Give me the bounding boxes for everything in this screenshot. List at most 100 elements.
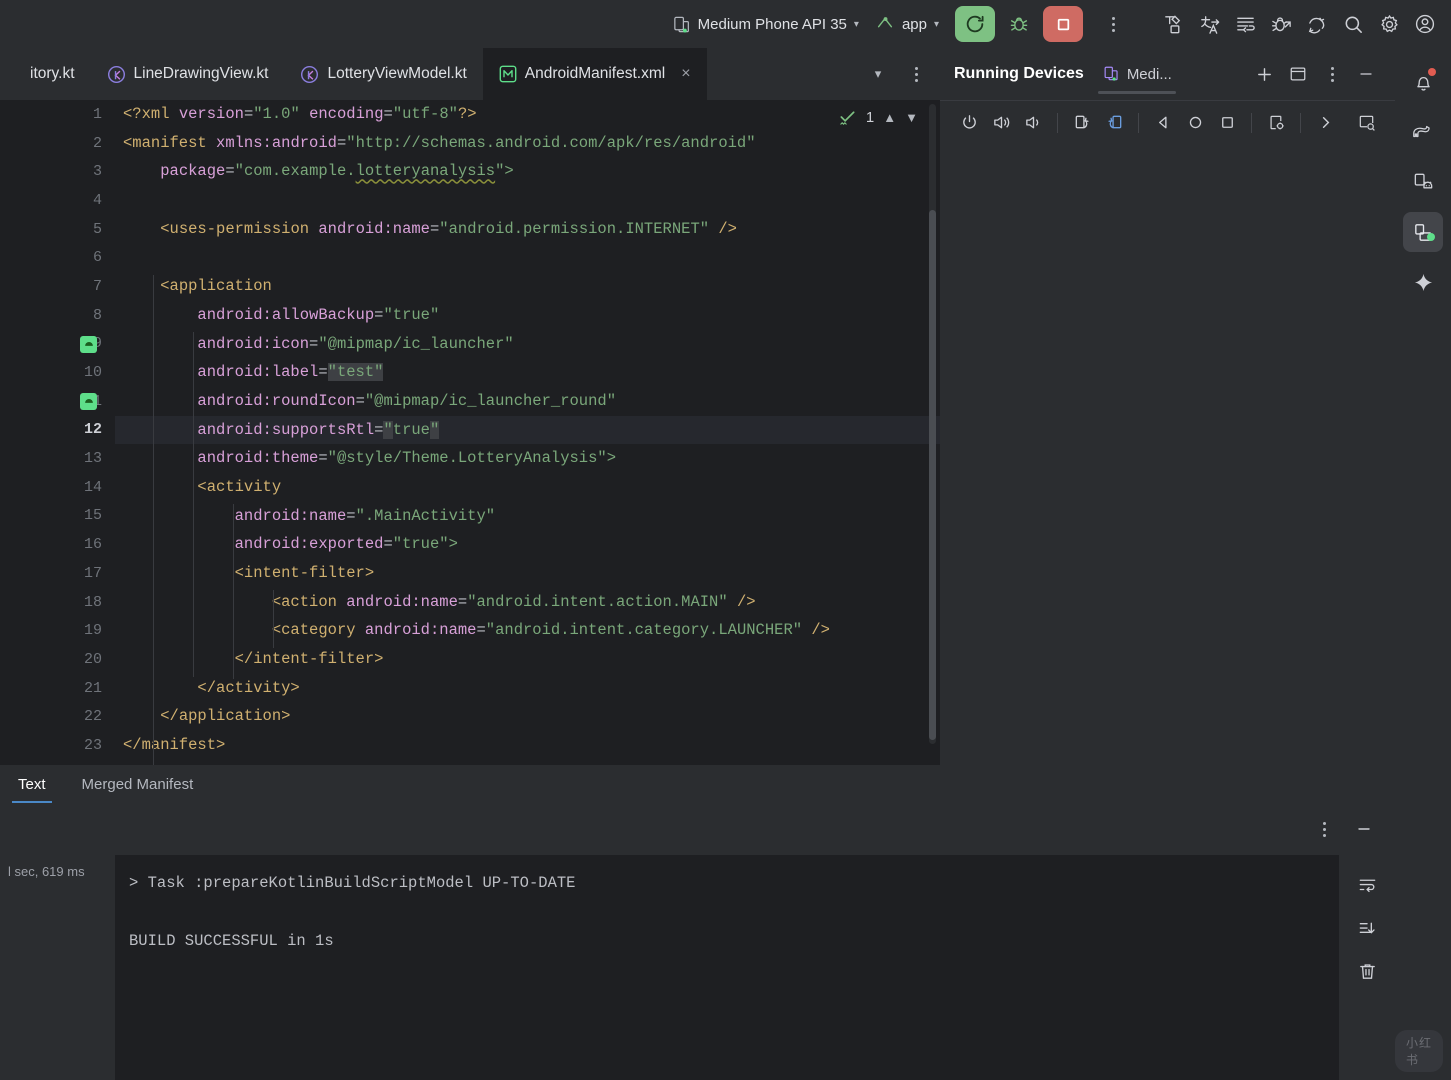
build-task-tree[interactable]: l sec, 619 ms: [0, 855, 115, 1080]
running-devices-icon[interactable]: [1403, 212, 1443, 252]
volume-up-icon[interactable]: [986, 108, 1016, 138]
editor-tab-2[interactable]: LotteryViewModel.kt: [284, 48, 482, 100]
tab-list-button[interactable]: ▾: [860, 56, 896, 92]
gutter-line[interactable]: 16: [0, 530, 115, 559]
build-options-button[interactable]: [1309, 814, 1339, 844]
android-resource-icon[interactable]: [80, 392, 97, 410]
editor-tab-androidmanifest[interactable]: AndroidManifest.xml ×: [482, 48, 707, 100]
gemini-icon[interactable]: [1403, 262, 1443, 302]
inspection-widget[interactable]: 1 ▲ ▼: [838, 108, 918, 127]
code-line[interactable]: <?xml version="1.0" encoding="utf-8"?>: [115, 100, 940, 129]
panel-minimize-button[interactable]: [1351, 59, 1381, 89]
device-manager-icon[interactable]: [1403, 162, 1443, 202]
editor-scrollbar-thumb[interactable]: [929, 210, 936, 740]
more-actions-icon[interactable]: [1310, 108, 1340, 138]
code-line[interactable]: </application>: [115, 702, 940, 731]
gutter-line[interactable]: 22: [0, 702, 115, 731]
code-line[interactable]: <activity: [115, 473, 940, 502]
gutter-line[interactable]: 11: [0, 387, 115, 416]
gutter-line[interactable]: 8: [0, 301, 115, 330]
code-line[interactable]: android:icon="@mipmap/ic_launcher": [115, 330, 940, 359]
rotate-right-icon[interactable]: [1099, 108, 1129, 138]
code-content[interactable]: <?xml version="1.0" encoding="utf-8"?> <m…: [115, 100, 940, 765]
android-resource-icon[interactable]: [80, 335, 97, 353]
code-line[interactable]: <category android:name="android.intent.c…: [115, 616, 940, 645]
gutter-line[interactable]: 10: [0, 358, 115, 387]
gutter-line[interactable]: 4: [0, 186, 115, 215]
gutter-line[interactable]: 12: [0, 416, 115, 445]
code-line[interactable]: android:theme="@style/Theme.LotteryAnaly…: [115, 444, 940, 473]
gutter-line[interactable]: 6: [0, 243, 115, 272]
editor-gutter[interactable]: 1234567891011121314151617181920212223: [0, 100, 115, 765]
editor-tab-1[interactable]: LineDrawingView.kt: [91, 48, 285, 100]
code-line[interactable]: package="com.example.lotteryanalysis">: [115, 157, 940, 186]
power-icon[interactable]: [954, 108, 984, 138]
overview-icon[interactable]: [1212, 108, 1242, 138]
home-icon[interactable]: [1180, 108, 1210, 138]
gutter-line[interactable]: 7: [0, 272, 115, 301]
code-line[interactable]: [115, 186, 940, 215]
profiler-icon[interactable]: [1263, 6, 1299, 42]
search-icon[interactable]: [1335, 6, 1371, 42]
gutter-line[interactable]: 17: [0, 559, 115, 588]
code-line[interactable]: android:allowBackup="true": [115, 301, 940, 330]
close-icon[interactable]: ×: [681, 65, 690, 83]
code-line[interactable]: android:name=".MainActivity": [115, 502, 940, 531]
tab-text[interactable]: Text: [0, 765, 64, 803]
clear-all-icon[interactable]: [1351, 955, 1383, 987]
gutter-line[interactable]: 23: [0, 731, 115, 760]
prev-problem-icon[interactable]: ▲: [883, 110, 896, 125]
scroll-to-end-icon[interactable]: [1351, 912, 1383, 944]
account-icon[interactable]: [1407, 6, 1443, 42]
code-editor[interactable]: 1 ▲ ▼ 1234567891011121314151617181920212…: [0, 100, 940, 765]
code-line[interactable]: <uses-permission android:name="android.p…: [115, 215, 940, 244]
debug-button[interactable]: [1001, 6, 1037, 42]
gutter-line[interactable]: 9: [0, 330, 115, 359]
split-window-button[interactable]: [1283, 59, 1313, 89]
code-line[interactable]: </intent-filter>: [115, 645, 940, 674]
panel-options-button[interactable]: [1317, 59, 1347, 89]
gutter-line[interactable]: 20: [0, 645, 115, 674]
device-selector[interactable]: Medium Phone API 35 ▾: [664, 9, 867, 39]
gutter-line[interactable]: 3: [0, 157, 115, 186]
tab-merged-manifest[interactable]: Merged Manifest: [64, 765, 212, 803]
back-icon[interactable]: [1148, 108, 1178, 138]
tab-options-button[interactable]: [898, 56, 934, 92]
next-problem-icon[interactable]: ▼: [905, 110, 918, 125]
build-console[interactable]: > Task :prepareKotlinBuildScriptModel UP…: [115, 855, 1339, 1080]
code-line[interactable]: android:label="test": [115, 358, 940, 387]
device-tab[interactable]: Medi...: [1097, 48, 1176, 100]
code-line[interactable]: [115, 243, 940, 272]
gradle-icon[interactable]: [1403, 112, 1443, 152]
gutter-line[interactable]: 21: [0, 674, 115, 703]
code-line[interactable]: <intent-filter>: [115, 559, 940, 588]
code-line[interactable]: <action android:name="android.intent.act…: [115, 588, 940, 617]
code-line[interactable]: <application: [115, 272, 940, 301]
stop-button[interactable]: [1043, 6, 1083, 42]
run-config-selector[interactable]: app ▾: [867, 9, 947, 39]
gutter-line[interactable]: 15: [0, 502, 115, 531]
rotate-left-icon[interactable]: [1067, 108, 1097, 138]
settings-icon[interactable]: [1371, 6, 1407, 42]
code-line[interactable]: </activity>: [115, 674, 940, 703]
run-button[interactable]: [955, 6, 995, 42]
gutter-line[interactable]: 13: [0, 444, 115, 473]
volume-down-icon[interactable]: [1018, 108, 1048, 138]
code-line[interactable]: </manifest>: [115, 731, 940, 760]
gutter-line[interactable]: 19: [0, 616, 115, 645]
device-settings-icon[interactable]: [1261, 108, 1291, 138]
screenshot-icon[interactable]: [1351, 108, 1381, 138]
build-variants-icon[interactable]: [1155, 6, 1191, 42]
gradle-sync-icon[interactable]: [1299, 6, 1335, 42]
notifications-icon[interactable]: [1403, 62, 1443, 102]
translate-icon[interactable]: [1191, 6, 1227, 42]
logcat-icon[interactable]: [1227, 6, 1263, 42]
gutter-line[interactable]: 1: [0, 100, 115, 129]
build-minimize-button[interactable]: [1349, 814, 1379, 844]
code-line[interactable]: <manifest xmlns:android="http://schemas.…: [115, 129, 940, 158]
more-actions-button[interactable]: [1095, 6, 1131, 42]
soft-wrap-icon[interactable]: [1351, 869, 1383, 901]
code-line[interactable]: android:supportsRtl="true": [115, 415, 940, 445]
gutter-line[interactable]: 5: [0, 215, 115, 244]
gutter-line[interactable]: 18: [0, 588, 115, 617]
